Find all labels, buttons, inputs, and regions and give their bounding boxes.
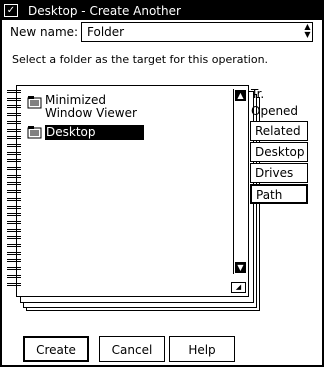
- spiral-ring: [7, 228, 21, 232]
- spiral-ring: [7, 136, 21, 140]
- spiral-ring: [7, 105, 21, 109]
- tab-path[interactable]: Path: [250, 184, 308, 204]
- folder-icon: [27, 126, 42, 139]
- spiral-ring: [7, 190, 21, 194]
- spiral-ring: [7, 120, 21, 124]
- scroll-down-icon[interactable]: ▼: [235, 262, 246, 273]
- notebook-open-header: Tr. Opened: [251, 87, 299, 118]
- dialog-window: ✓ Desktop - Create Another New name: Fol…: [0, 0, 324, 367]
- folder-icon: [27, 96, 42, 109]
- instruction-text: Select a folder as the target for this o…: [12, 53, 269, 66]
- spiral-ring: [7, 205, 21, 209]
- spiral-ring: [7, 167, 21, 170]
- cancel-button[interactable]: Cancel: [99, 336, 165, 362]
- spiral-ring: [7, 143, 21, 147]
- spiral-ring: [7, 97, 21, 101]
- spiral-ring: [7, 159, 21, 163]
- tab-related[interactable]: Related: [250, 121, 308, 141]
- tree-item-minimized-viewer[interactable]: Minimized Window Viewer: [45, 94, 137, 120]
- spiral-ring: [7, 244, 21, 247]
- spiral-ring: [7, 197, 21, 201]
- help-button[interactable]: Help: [169, 336, 235, 362]
- spiral-ring: [7, 174, 21, 178]
- create-button[interactable]: Create: [23, 336, 89, 362]
- new-name-field[interactable]: Folder: [81, 22, 313, 42]
- scroll-up-icon[interactable]: ▲: [235, 90, 246, 101]
- vertical-scrollbar[interactable]: ▲ ▼: [233, 89, 246, 274]
- spiral-ring: [7, 90, 21, 93]
- tab-drives[interactable]: Drives: [250, 163, 308, 183]
- window-title: Desktop - Create Another: [28, 4, 181, 18]
- title-bar[interactable]: ✓ Desktop - Create Another: [2, 2, 322, 20]
- spiral-ring: [7, 274, 21, 278]
- spiral-ring: [7, 128, 21, 132]
- spiral-ring: [7, 282, 21, 286]
- spin-arrows-icon[interactable]: ▲ ▼: [303, 23, 312, 41]
- spiral-ring: [7, 151, 21, 155]
- spiral-ring: [7, 182, 21, 186]
- size-grip-icon[interactable]: ◢: [231, 282, 246, 293]
- tab-desktop[interactable]: Desktop: [250, 142, 308, 162]
- spiral-ring: [7, 259, 21, 263]
- notebook-spiral-binding: [7, 90, 21, 290]
- spiral-ring: [7, 236, 21, 240]
- spiral-ring: [7, 213, 21, 217]
- spiral-ring: [7, 220, 21, 224]
- spiral-ring: [7, 251, 21, 255]
- tree-item-desktop[interactable]: Desktop: [45, 125, 144, 140]
- system-menu-icon[interactable]: ✓: [4, 4, 18, 17]
- new-name-label: New name:: [10, 25, 79, 39]
- spiral-ring: [7, 267, 21, 271]
- spiral-ring: [7, 113, 21, 117]
